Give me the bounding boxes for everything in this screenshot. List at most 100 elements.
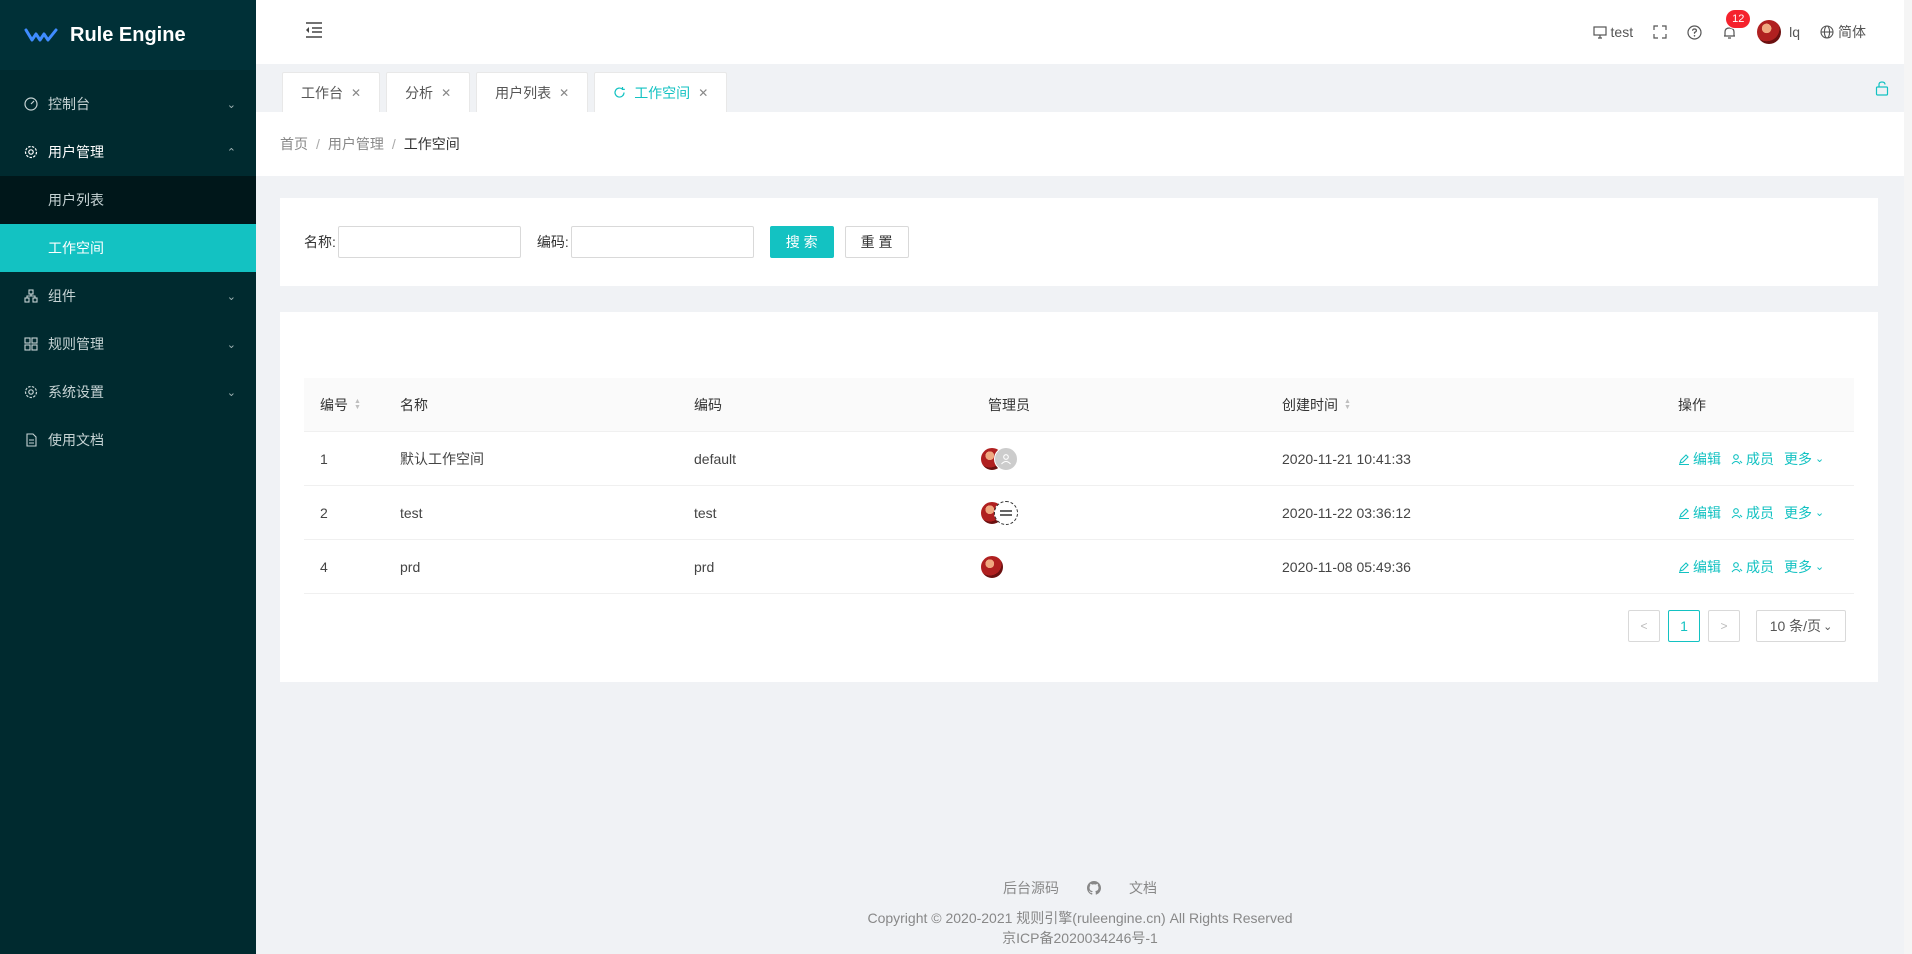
table-card: 编号 ▲ ▼ 名称 编码 管理员 创建时间 ▲ ▼ 操作 1 默认工作空间 defa… bbox=[280, 312, 1878, 682]
language-switcher[interactable]: 简体 bbox=[1810, 0, 1876, 64]
menu-fold-icon[interactable] bbox=[304, 20, 324, 40]
name-label: 名称: bbox=[304, 234, 336, 250]
close-icon[interactable]: ✕ bbox=[559, 86, 569, 100]
cell-actions: 编辑 成员 更多 ⌄ bbox=[1662, 449, 1854, 469]
next-page-button[interactable]: > bbox=[1708, 610, 1740, 642]
workspace-name: test bbox=[1610, 24, 1634, 40]
cell-admins bbox=[972, 500, 1266, 525]
sidebar-item-user-management[interactable]: 用户管理 ⌃ bbox=[0, 128, 256, 176]
more-dropdown[interactable]: 更多 ⌄ bbox=[1784, 449, 1824, 469]
search-button[interactable]: 搜 索 bbox=[769, 226, 834, 258]
column-title: 编号 bbox=[320, 396, 348, 413]
breadcrumb-current: 工作空间 bbox=[403, 136, 460, 152]
avatar[interactable] bbox=[980, 554, 1004, 579]
cell-id: 2 bbox=[320, 504, 328, 521]
sidebar-menu: 控制台 ⌄ 用户管理 ⌃ 用户列表 工作空间 组件 ⌄ 规则管理 ⌄ 系统设置 … bbox=[0, 70, 256, 464]
notification-button[interactable]: 12 bbox=[1712, 0, 1751, 64]
more-label: 更多 bbox=[1784, 450, 1812, 467]
fullscreen-button[interactable] bbox=[1643, 0, 1677, 64]
sidebar-item-label: 使用文档 bbox=[48, 432, 104, 448]
workspace-switcher[interactable]: test bbox=[1583, 0, 1644, 64]
user-menu[interactable]: lq bbox=[1747, 0, 1810, 64]
table-row: 2 test test 2020-11-22 03:36:12 编辑 成员 更多… bbox=[304, 486, 1854, 540]
tab-workbench[interactable]: 工作台 ✕ bbox=[282, 72, 381, 112]
sidebar-item-label: 规则管理 bbox=[48, 336, 104, 352]
fullscreen-icon bbox=[1653, 25, 1667, 39]
tab-workspace[interactable]: 工作空间 ✕ bbox=[594, 72, 728, 112]
tab-label: 工作台 bbox=[301, 84, 343, 101]
tab-user-list[interactable]: 用户列表 ✕ bbox=[476, 72, 589, 112]
column-header-actions: 操作 bbox=[1678, 396, 1706, 413]
members-link[interactable]: 成员 bbox=[1731, 557, 1774, 577]
edit-link[interactable]: 编辑 bbox=[1678, 557, 1721, 577]
sidebar-item-dashboard[interactable]: 控制台 ⌄ bbox=[0, 80, 256, 128]
cell-code: prd bbox=[694, 558, 715, 575]
table-header: 编号 ▲ ▼ 名称 编码 管理员 创建时间 ▲ ▼ 操作 bbox=[304, 378, 1854, 432]
tab-analysis[interactable]: 分析 ✕ bbox=[386, 72, 471, 112]
members-link[interactable]: 成员 bbox=[1731, 503, 1774, 523]
logo-icon bbox=[24, 28, 58, 42]
sidebar-item-docs[interactable]: 使用文档 bbox=[0, 416, 256, 464]
cell-admins bbox=[972, 554, 1266, 579]
tab-label: 工作空间 bbox=[634, 84, 691, 101]
sidebar-item-rules[interactable]: 规则管理 ⌄ bbox=[0, 320, 256, 368]
copyright-text: Copyright © 2020-2021 规则引擎(ruleengine.cn… bbox=[867, 910, 1293, 926]
github-icon[interactable] bbox=[1087, 881, 1101, 895]
column-header-admin: 管理员 bbox=[988, 396, 1030, 413]
cell-actions: 编辑 成员 更多 ⌄ bbox=[1662, 557, 1854, 577]
close-icon[interactable]: ✕ bbox=[698, 86, 708, 100]
scrollbar[interactable] bbox=[1904, 0, 1912, 954]
more-dropdown[interactable]: 更多 ⌄ bbox=[1784, 503, 1824, 523]
source-code-link[interactable]: 后台源码 bbox=[1003, 878, 1059, 898]
unlock-icon[interactable] bbox=[1874, 80, 1890, 96]
desktop-icon bbox=[1592, 26, 1607, 39]
pagination: < 1 > 10 条/页 ⌄ bbox=[1628, 610, 1846, 642]
icp-text[interactable]: 京ICP备2020034246号-1 bbox=[256, 928, 1904, 948]
breadcrumb-parent[interactable]: 用户管理 bbox=[328, 134, 384, 154]
avatar-placeholder-icon[interactable] bbox=[994, 500, 1018, 525]
header-actions: test 12 lq 简体 bbox=[1583, 0, 1876, 64]
logo[interactable]: Rule Engine bbox=[0, 0, 256, 70]
sort-icon[interactable]: ▲ ▼ bbox=[354, 398, 361, 411]
more-label: 更多 bbox=[1784, 558, 1812, 575]
members-link[interactable]: 成员 bbox=[1731, 449, 1774, 469]
user-avatar-icon[interactable] bbox=[994, 446, 1018, 471]
chevron-left-icon: < bbox=[1640, 619, 1648, 633]
sort-icon[interactable]: ▲ ▼ bbox=[1344, 398, 1351, 411]
edit-icon bbox=[1679, 453, 1689, 465]
page-tabs: 工作台 ✕ 分析 ✕ 用户列表 ✕ 工作空间 ✕ bbox=[256, 64, 1904, 112]
edit-icon bbox=[1679, 561, 1689, 573]
reset-button[interactable]: 重 置 bbox=[844, 226, 909, 258]
gear-icon bbox=[24, 145, 38, 159]
reload-icon[interactable] bbox=[613, 86, 626, 99]
sidebar-item-settings[interactable]: 系统设置 ⌄ bbox=[0, 368, 256, 416]
close-icon[interactable]: ✕ bbox=[441, 86, 451, 100]
chevron-down-icon: ⌄ bbox=[226, 338, 236, 351]
prev-page-button[interactable]: < bbox=[1628, 610, 1660, 642]
column-header-created[interactable]: 创建时间 ▲ ▼ bbox=[1266, 395, 1662, 415]
sidebar-item-label: 组件 bbox=[48, 288, 76, 304]
cell-name: prd bbox=[400, 558, 421, 575]
breadcrumb-home[interactable]: 首页 bbox=[280, 134, 308, 154]
sidebar-item-components[interactable]: 组件 ⌄ bbox=[0, 272, 256, 320]
column-header-id[interactable]: 编号 ▲ ▼ bbox=[304, 395, 384, 415]
table-row: 4 prd prd 2020-11-08 05:49:36 编辑 成员 更多 ⌄ bbox=[304, 540, 1854, 594]
sidebar-item-workspace[interactable]: 工作空间 bbox=[0, 224, 256, 272]
edit-link[interactable]: 编辑 bbox=[1678, 503, 1721, 523]
edit-link[interactable]: 编辑 bbox=[1678, 449, 1721, 469]
team-icon bbox=[1731, 561, 1743, 572]
name-input[interactable] bbox=[337, 226, 521, 258]
docs-link[interactable]: 文档 bbox=[1129, 878, 1157, 898]
more-dropdown[interactable]: 更多 ⌄ bbox=[1784, 557, 1824, 577]
page-number-button[interactable]: 1 bbox=[1668, 610, 1700, 642]
sidebar-item-user-list[interactable]: 用户列表 bbox=[0, 176, 256, 224]
help-button[interactable] bbox=[1677, 0, 1712, 64]
code-input[interactable] bbox=[570, 226, 754, 258]
cell-id: 1 bbox=[320, 450, 328, 467]
app-title: Rule Engine bbox=[70, 23, 186, 46]
breadcrumb-separator: / bbox=[316, 136, 320, 152]
page-size-select[interactable]: 10 条/页 ⌄ bbox=[1756, 610, 1846, 642]
dashboard-icon bbox=[24, 97, 38, 111]
breadcrumb-separator: / bbox=[391, 136, 396, 152]
close-icon[interactable]: ✕ bbox=[351, 86, 361, 100]
